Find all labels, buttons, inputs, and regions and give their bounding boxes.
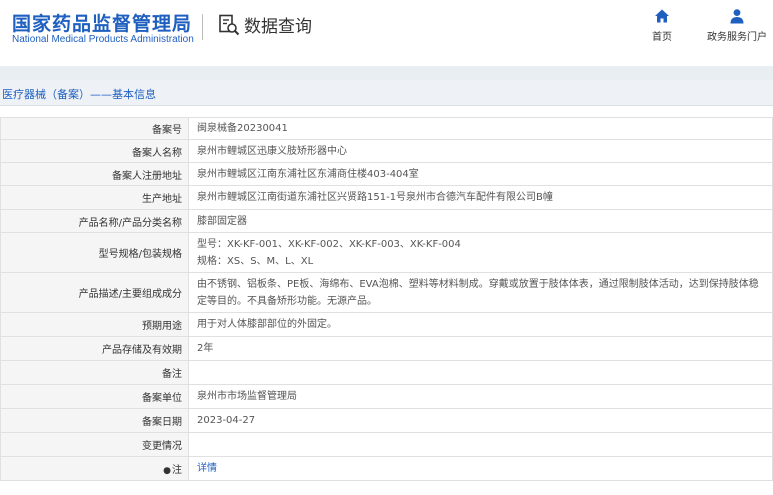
- row-label: 生产地址: [0, 185, 189, 210]
- row-value: 泉州市鲤城区江南东浦社区东浦商住楼403-404室: [188, 162, 773, 186]
- header-strip: [0, 66, 773, 80]
- table-row-filing-unit: 备案单位 泉州市市场监督管理局: [0, 384, 773, 409]
- row-value: [188, 432, 773, 457]
- row-value: 2023-04-27: [188, 408, 773, 433]
- nav-home[interactable]: 首页: [652, 8, 672, 43]
- site-logo-cn[interactable]: 国家药品监督管理局: [12, 9, 192, 36]
- row-value: 泉州市鲤城区迅康义肢矫形器中心: [188, 139, 773, 163]
- row-label: 产品存储及有效期: [0, 336, 189, 361]
- header-divider: [202, 14, 203, 40]
- row-value: [188, 360, 773, 385]
- row-label: 备案人名称: [0, 139, 189, 163]
- detail-table: 备案号 闽泉械备20230041 备案人名称 泉州市鲤城区迅康义肢矫形器中心 备…: [0, 117, 773, 481]
- row-label: 备案人注册地址: [0, 162, 189, 186]
- search-document-icon: [219, 14, 240, 35]
- row-value: 闽泉械备20230041: [188, 117, 773, 140]
- row-label: 型号规格/包装规格: [0, 232, 189, 273]
- row-value: 详情: [188, 456, 773, 481]
- home-icon: [655, 9, 669, 23]
- site-logo-en[interactable]: National Medical Products Administration: [12, 34, 194, 45]
- model-line: 型号：XK-KF-001、XK-KF-002、XK-KF-003、XK-KF-0…: [197, 238, 461, 250]
- data-query-label: 数据查询: [244, 17, 312, 37]
- table-row-note: ●注 详情: [0, 456, 773, 481]
- row-value: 泉州市市场监督管理局: [188, 384, 773, 409]
- nav-service-portal-label[interactable]: 政务服务门户: [707, 28, 767, 43]
- row-label: 备案号: [0, 117, 189, 140]
- table-row-intended-use: 预期用途 用于对人体膝部部位的外固定。: [0, 312, 773, 337]
- user-icon: [730, 9, 744, 24]
- table-row-change-status: 变更情况: [0, 432, 773, 457]
- row-label: 预期用途: [0, 312, 189, 337]
- row-value: 膝部固定器: [188, 209, 773, 233]
- note-label: 注: [172, 465, 182, 476]
- data-query-title: 数据查询: [218, 12, 312, 37]
- row-label: 备案日期: [0, 408, 189, 433]
- table-row-remarks: 备注: [0, 360, 773, 385]
- row-value: 泉州市鲤城区江南街道东浦社区兴贤路151-1号泉州市合德汽车配件有限公司B幢: [188, 185, 773, 210]
- row-label: 备注: [0, 360, 189, 385]
- pin-icon: ●: [163, 466, 171, 476]
- details-link[interactable]: 详情: [197, 463, 217, 474]
- row-label: 变更情况: [0, 432, 189, 457]
- table-row-filer-name: 备案人名称 泉州市鲤城区迅康义肢矫形器中心: [0, 139, 773, 163]
- breadcrumb: 医疗器械（备案）——基本信息: [0, 80, 773, 106]
- row-value: 型号：XK-KF-001、XK-KF-002、XK-KF-003、XK-KF-0…: [188, 232, 773, 273]
- spec-line: 规格：XS、S、M、L、XL: [197, 255, 314, 267]
- site-header: 国家药品监督管理局 National Medical Products Admi…: [0, 0, 773, 64]
- table-row-product-name: 产品名称/产品分类名称 膝部固定器: [0, 209, 773, 233]
- row-label: 产品描述/主要组成成分: [0, 272, 189, 313]
- table-row-storage: 产品存储及有效期 2年: [0, 336, 773, 361]
- nav-service-portal[interactable]: 政务服务门户: [707, 8, 767, 43]
- table-row-production-address: 生产地址 泉州市鲤城区江南街道东浦社区兴贤路151-1号泉州市合德汽车配件有限公…: [0, 185, 773, 210]
- breadcrumb-text: 医疗器械（备案）——基本信息: [2, 88, 156, 101]
- row-value: 由不锈钢、铝板条、PE板、海绵布、EVA泡棉、塑料等材料制成。穿戴或放置于肢体体…: [188, 272, 773, 313]
- row-value: 用于对人体膝部部位的外固定。: [188, 312, 773, 337]
- table-row-filing-date: 备案日期 2023-04-27: [0, 408, 773, 433]
- row-value: 2年: [188, 336, 773, 361]
- row-label: 产品名称/产品分类名称: [0, 209, 189, 233]
- row-label-note: ●注: [0, 456, 189, 481]
- table-row-filing-no: 备案号 闽泉械备20230041: [0, 117, 773, 140]
- table-row-model-spec: 型号规格/包装规格 型号：XK-KF-001、XK-KF-002、XK-KF-0…: [0, 232, 773, 273]
- table-row-description: 产品描述/主要组成成分 由不锈钢、铝板条、PE板、海绵布、EVA泡棉、塑料等材料…: [0, 272, 773, 313]
- table-row-filer-address: 备案人注册地址 泉州市鲤城区江南东浦社区东浦商住楼403-404室: [0, 162, 773, 186]
- row-label: 备案单位: [0, 384, 189, 409]
- nav-home-label[interactable]: 首页: [652, 28, 672, 43]
